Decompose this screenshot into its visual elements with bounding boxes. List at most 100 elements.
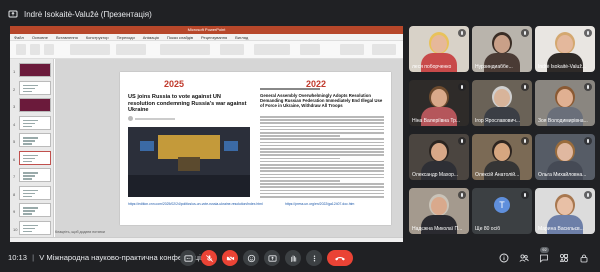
participant-tile[interactable]: Марина Васильєв... xyxy=(535,188,595,234)
ribbon-tab[interactable]: Анімація xyxy=(143,34,159,40)
presenter-bar: Indrė Isokaitė-Valužė (Презентація) xyxy=(8,6,152,22)
current-slide: 2025 2022 US joins Russia to vote agains… xyxy=(120,72,391,225)
ribbon-tab[interactable]: Файл xyxy=(14,34,24,40)
slide-thumbnail[interactable]: 8 xyxy=(13,185,51,200)
slide-thumbnail[interactable]: 5 xyxy=(13,133,51,147)
chat-button[interactable] xyxy=(538,252,550,264)
participant-video xyxy=(431,35,447,53)
slide-number: 1 xyxy=(13,69,16,74)
slide-thumbnail[interactable]: 10 xyxy=(13,220,51,235)
ppt-window-title: Microsoft PowerPoint xyxy=(10,26,403,34)
emoji-button[interactable] xyxy=(243,250,259,266)
participant-name: Олексій Анатолій... xyxy=(475,172,520,178)
participant-video xyxy=(557,35,573,53)
ribbon-tab[interactable]: Показ слайдів xyxy=(167,34,193,40)
shapes-icon xyxy=(559,253,569,263)
chat-icon xyxy=(540,254,548,263)
ribbon-tab[interactable]: Вигляд xyxy=(235,34,248,40)
mic-toggle-button[interactable] xyxy=(201,250,217,266)
slide-canvas: 2025 2022 US joins Russia to vote agains… xyxy=(55,59,403,237)
present-icon xyxy=(267,254,277,262)
slide-thumbnail[interactable]: 1 xyxy=(13,63,51,77)
participant-tile[interactable]: Ніна Валеріївна Тр... xyxy=(409,80,469,126)
participant-tile[interactable]: Надєжна Миколаї П... xyxy=(409,188,469,234)
ribbon-tab[interactable]: Конструктор xyxy=(86,34,109,40)
ribbon-tab[interactable]: Основне xyxy=(32,34,48,40)
hang-up-icon xyxy=(335,257,345,261)
mic-off-icon xyxy=(205,254,213,262)
participant-tile[interactable]: леся поборченко xyxy=(409,26,469,72)
slide-number: 2 xyxy=(13,86,16,92)
slide-number: 3 xyxy=(13,104,16,109)
participant-name: Нурзиндиаббе... xyxy=(475,64,513,70)
slide-thumbnail[interactable]: 6 xyxy=(13,150,51,165)
mic-status-icon xyxy=(458,191,466,199)
people-button[interactable] xyxy=(518,252,530,264)
present-button[interactable] xyxy=(264,250,280,266)
slide-thumbnails[interactable]: 1 2 3 4 5 6 7 8 9 10 xyxy=(10,59,54,237)
participant-tile[interactable]: Олексій Анатолій... xyxy=(472,134,532,180)
raise-hand-button[interactable] xyxy=(285,250,301,266)
participant-name: Ще 80 осіб xyxy=(475,226,501,232)
participant-name: Марина Васильєв... xyxy=(538,226,584,232)
participant-tile[interactable]: Indrė Isokaitė-Valuž... xyxy=(535,26,595,72)
slide-thumbnail[interactable]: 4 xyxy=(13,115,51,130)
ribbon-tab[interactable]: Вставлення xyxy=(56,34,78,40)
participant-name: Ніна Валеріївна Тр... xyxy=(412,118,461,124)
hand-icon xyxy=(290,254,296,262)
meeting-info-button[interactable] xyxy=(498,252,510,264)
mic-status-icon xyxy=(521,29,529,37)
camera-off-icon xyxy=(226,254,234,262)
captions-icon xyxy=(183,254,193,262)
ribbon-tab[interactable]: Рецензування xyxy=(201,34,227,40)
activities-button[interactable] xyxy=(558,252,570,264)
url-left: https://edition.cnn.com/2025/02/24/polit… xyxy=(128,202,263,206)
slide-number: 4 xyxy=(13,121,16,127)
slide-thumbnail[interactable]: 2 xyxy=(13,80,51,95)
participant-name: Олександр Махор... xyxy=(412,172,459,178)
emoji-icon xyxy=(247,254,255,262)
info-icon xyxy=(499,253,509,263)
leave-call-button[interactable] xyxy=(327,250,353,266)
slide-thumbnail[interactable]: 3 xyxy=(13,98,51,112)
participant-tile[interactable]: Ігор Ярославович... xyxy=(472,80,532,126)
people-icon xyxy=(519,254,529,262)
more-options-button[interactable] xyxy=(306,250,322,266)
notes-placeholder[interactable]: Клацніть, щоб додати нотатки xyxy=(55,230,255,234)
captions-button[interactable] xyxy=(180,250,196,266)
shared-screen: Microsoft PowerPoint Файл Основне Вставлен… xyxy=(10,26,403,242)
slide-thumbnail[interactable]: 7 xyxy=(13,168,51,182)
ribbon-tab[interactable]: Переходи xyxy=(117,34,135,40)
participant-name: Ольга Михайловна... xyxy=(538,172,587,178)
participant-name: Надєжна Миколаї П... xyxy=(412,226,463,232)
ppt-status-bar xyxy=(10,237,403,242)
participant-tile[interactable]: T Ще 80 осіб xyxy=(472,188,532,234)
participant-video xyxy=(494,143,510,161)
slide-number: 9 xyxy=(13,209,16,214)
participant-tile[interactable]: Зоя Володимирівна... xyxy=(535,80,595,126)
slide-number: 10 xyxy=(13,226,18,232)
participant-tile[interactable]: Нурзиндиаббе... xyxy=(472,26,532,72)
presenter-label: Indrė Isokaitė-Valužė (Презентація) xyxy=(24,9,152,19)
slide-number: 8 xyxy=(13,191,16,197)
participant-tile[interactable]: Ольга Михайловна... xyxy=(535,134,595,180)
lock-person-icon xyxy=(580,254,588,263)
present-screen-icon xyxy=(8,9,18,19)
slide-number: 5 xyxy=(13,139,16,144)
participant-name: Зоя Володимирівна... xyxy=(538,118,588,124)
ppt-ribbon: Файл Основне Вставлення Конструктор Переходи… xyxy=(10,34,403,41)
participant-video xyxy=(494,35,510,53)
participant-name: Indrė Isokaitė-Valuž... xyxy=(538,64,586,70)
host-controls-button[interactable] xyxy=(578,252,590,264)
meet-window: Indrė Isokaitė-Valužė (Презентація) Micr… xyxy=(0,0,600,272)
mic-status-icon xyxy=(584,137,592,145)
participant-video xyxy=(557,143,573,161)
participant-tile[interactable]: Олександр Махор... xyxy=(409,134,469,180)
participant-video xyxy=(431,143,447,161)
slide-thumbnail[interactable]: 9 xyxy=(13,203,51,217)
participant-name: Ігор Ярославович... xyxy=(475,118,521,124)
mic-status-icon xyxy=(458,83,466,91)
headline-left: US joins Russia to vote against UN resol… xyxy=(128,94,247,114)
mic-status-icon xyxy=(458,29,466,37)
camera-toggle-button[interactable] xyxy=(222,250,238,266)
